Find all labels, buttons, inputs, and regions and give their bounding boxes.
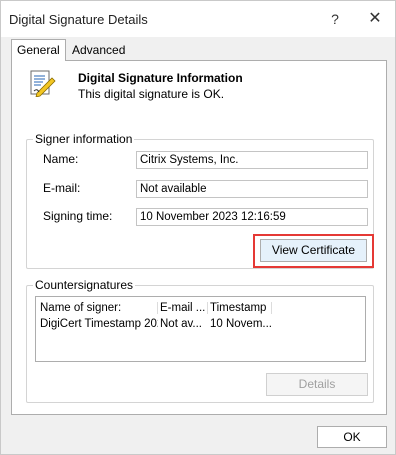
column-header-email[interactable]: E-mail ... <box>160 300 207 316</box>
help-icon[interactable]: ? <box>321 7 349 31</box>
dialog-window: Digital Signature Details ? ✕ General Ad… <box>0 0 396 455</box>
general-tab-panel: Digital Signature Information This digit… <box>11 60 387 415</box>
view-certificate-button[interactable]: View Certificate <box>260 239 367 262</box>
countersignatures-group: Countersignatures Name of signer: E-mail… <box>26 278 374 403</box>
column-header-name[interactable]: Name of signer: <box>40 300 156 316</box>
signer-name-cell: DigiCert Timestamp 2023 <box>40 318 158 330</box>
countersignatures-list[interactable]: Name of signer: E-mail ... Timestamp Dig… <box>35 296 366 362</box>
signature-info-title: Digital Signature Information <box>78 71 243 85</box>
email-field[interactable]: Not available <box>136 180 368 198</box>
tab-advanced[interactable]: Advanced <box>67 41 131 60</box>
name-field[interactable]: Citrix Systems, Inc. <box>136 151 368 169</box>
signer-timestamp-cell: 10 Novem... <box>210 318 272 330</box>
column-divider[interactable] <box>271 302 272 314</box>
countersignatures-group-label: Countersignatures <box>33 278 136 292</box>
column-divider[interactable] <box>207 302 208 314</box>
window-title: Digital Signature Details <box>9 12 148 27</box>
close-icon[interactable]: ✕ <box>361 7 389 31</box>
list-item[interactable]: DigiCert Timestamp 2023 Not av... 10 Nov… <box>36 316 365 332</box>
list-header-row: Name of signer: E-mail ... Timestamp <box>36 300 365 316</box>
column-divider[interactable] <box>157 302 158 314</box>
column-header-timestamp[interactable]: Timestamp <box>210 300 270 316</box>
signer-email-cell: Not av... <box>160 318 202 330</box>
signing-time-field[interactable]: 10 November 2023 12:16:59 <box>136 208 368 226</box>
title-bar[interactable]: Digital Signature Details ? ✕ <box>1 1 395 37</box>
details-button[interactable]: Details <box>266 373 368 396</box>
signature-status-text: This digital signature is OK. <box>78 87 225 101</box>
ok-button[interactable]: OK <box>317 426 387 448</box>
signer-information-group: Signer information Name: Citrix Systems,… <box>26 132 374 269</box>
signer-group-label: Signer information <box>33 132 135 146</box>
certificate-document-icon <box>30 70 56 97</box>
signing-time-label: Signing time: <box>43 209 113 223</box>
email-label: E-mail: <box>43 181 81 195</box>
name-label: Name: <box>43 152 79 166</box>
tab-general[interactable]: General <box>11 39 66 61</box>
